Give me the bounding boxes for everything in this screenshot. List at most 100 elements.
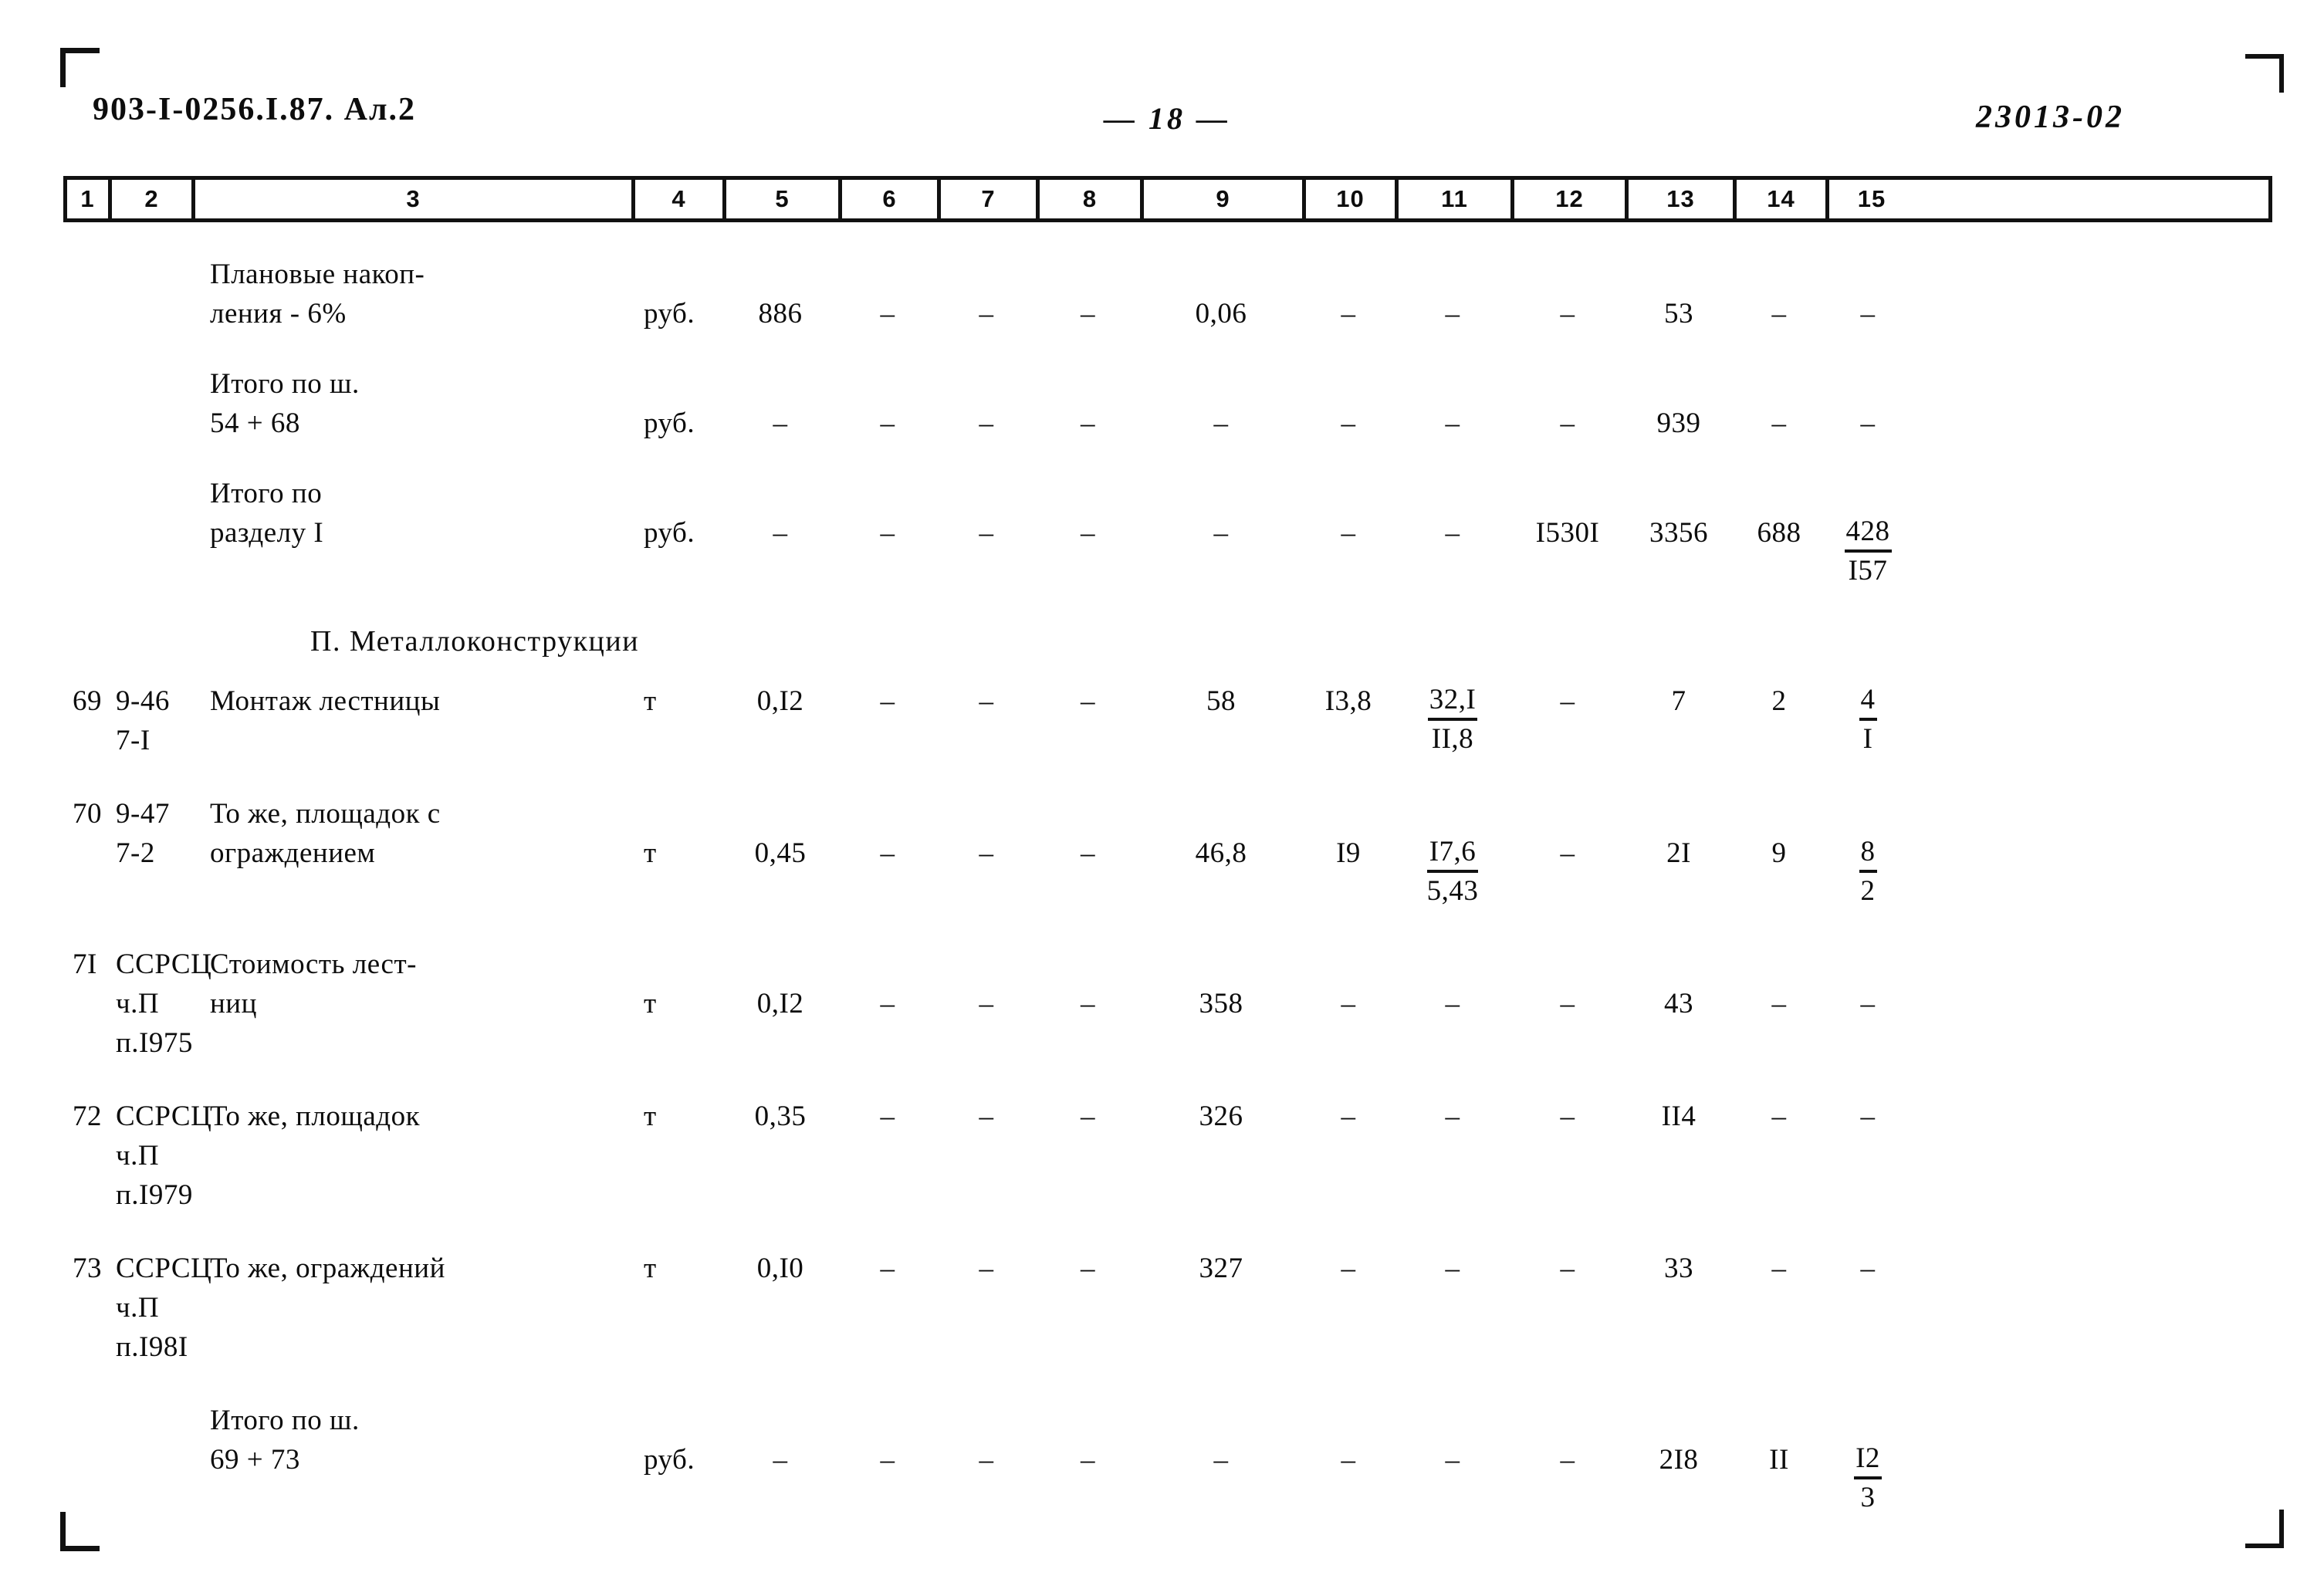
cell-col-4: т [644,837,657,869]
cell-col-5: – [773,1444,788,1476]
cell-col-1: 69 [73,685,102,717]
fraction-denominator: 3 [1860,1482,1876,1513]
cell-col-9: – [1213,407,1229,439]
cell-col-11: – [1445,988,1460,1019]
cell-col-4: т [644,685,657,717]
table-row: 70 9-47 7-2 То же, площадок с ограждением т… [63,794,2272,911]
cell-col-14: – [1771,988,1787,1019]
cell-col-8: – [1081,1253,1095,1284]
cell-col-5: – [773,407,788,439]
cell-col-12: – [1560,1101,1575,1132]
cell-col-13: 33 [1664,1253,1693,1284]
cell-col-13: 3356 [1649,517,1708,549]
cell-col-9: 327 [1199,1253,1243,1284]
cell-col-15: – [1860,407,1876,439]
cell-col-12: – [1560,837,1575,869]
column-header-14: 14 [1737,180,1829,218]
cell-col-1: 7I [73,948,97,980]
registration-mark-top-right [2245,54,2284,93]
cell-col-2: ССРСЦ ч.П п.I98I [116,1253,212,1363]
page-number: — 18 — [1104,101,1230,136]
cell-col-5: 886 [758,298,803,330]
specification-table: Плановые накоп- ления - 6% руб. 886 – – – 0,06… [63,232,2272,1517]
fraction-denominator: I [1862,723,1873,755]
cell-col-6: – [880,407,895,439]
document-code: 903-I-0256.I.87. Ал.2 [93,92,417,127]
cell-col-11: – [1445,1253,1460,1284]
fraction-numerator: I2 [1854,1440,1882,1479]
cell-col-10: I9 [1336,837,1361,869]
column-header-4: 4 [635,180,726,218]
fraction-numerator: 8 [1859,834,1877,873]
cell-col-6: – [880,517,895,549]
table-row: Итого по разделу I руб. – – – – – – – I530I 3356 68… [63,474,2272,590]
fraction-numerator: 428 [1844,513,1892,553]
cell-col-12: – [1560,988,1575,1019]
cell-col-15: I2 3 [1825,1440,1910,1517]
column-header-9: 9 [1144,180,1306,218]
cell-col-5: 0,I0 [756,1253,804,1284]
cell-col-3: То же, площадок с ограждением [210,798,441,869]
column-header-2: 2 [112,180,195,218]
table-row: 69 9-46 7-I Монтаж лестницы т 0,I2 – – – 58 I3,8 3… [63,681,2272,760]
fraction-value: I2 3 [1854,1440,1882,1516]
cell-col-10: – [1341,1253,1356,1284]
cell-col-12: – [1560,298,1575,330]
cell-col-3: Плановые накоп- ления - 6% [210,259,425,330]
cell-col-9: – [1213,517,1229,549]
cell-col-7: – [979,517,994,549]
column-header-13: 13 [1629,180,1737,218]
cell-col-8: – [1081,1444,1095,1476]
cell-col-4: руб. [644,298,695,330]
column-header-15: 15 [1857,185,1886,212]
cell-col-7: – [979,988,994,1019]
fraction-numerator: 4 [1859,681,1877,721]
cell-col-2: ССРСЦ ч.П п.I975 [116,948,212,1059]
cell-col-6: – [880,1101,895,1132]
fraction-value: 32,I II,8 [1427,681,1478,757]
fraction-denominator: I57 [1848,555,1888,587]
column-number-header: 1 2 3 4 5 6 7 8 9 10 11 12 13 14 15 [63,176,2272,222]
cell-col-6: – [880,685,895,717]
cell-col-5: 0,35 [754,1101,807,1132]
registration-mark-bottom-left [60,1512,100,1551]
cell-col-9: 0,06 [1195,298,1247,330]
cell-col-15: 428 I57 [1825,513,1910,590]
cell-col-11: 32,I II,8 [1395,681,1510,759]
cell-col-13: II4 [1661,1101,1696,1132]
cell-col-10: – [1341,988,1356,1019]
column-header-7: 7 [941,180,1040,218]
fraction-value: 4I [1859,681,1877,757]
cell-col-14: – [1771,1253,1787,1284]
column-header-12: 12 [1514,180,1629,218]
fraction-numerator: I7,6 [1426,834,1479,873]
cell-col-15: – [1860,1101,1876,1132]
cell-col-7: – [979,837,994,869]
drawing-stamp-code: 23013-02 [1976,100,2125,135]
cell-col-12: – [1560,1253,1575,1284]
cell-col-7: – [979,1444,994,1476]
cell-col-3: Итого по ш. 54 + 68 [210,368,360,439]
cell-col-2: ССРСЦ ч.П п.I979 [116,1101,212,1211]
cell-col-7: – [979,407,994,439]
cell-col-15: – [1860,1253,1876,1284]
cell-col-7: – [979,685,994,717]
cell-col-9: 358 [1199,988,1243,1019]
cell-col-14: 688 [1757,517,1801,549]
cell-col-10: – [1341,1101,1356,1132]
column-header-5: 5 [726,180,842,218]
cell-col-5: 0,45 [754,837,807,869]
fraction-numerator: 32,I [1427,681,1478,721]
cell-col-5: 0,I2 [756,685,804,717]
column-header-11: 11 [1399,180,1514,218]
column-header-10: 10 [1306,180,1399,218]
table-row: Итого по ш. 69 + 73 руб. – – – – – – – – 2I8 II I2 3 [63,1401,2272,1517]
cell-col-7: – [979,298,994,330]
cell-col-7: – [979,1253,994,1284]
table-row: Плановые накоп- ления - 6% руб. 886 – – – 0,06… [63,255,2272,333]
cell-col-4: т [644,1101,657,1132]
cell-col-8: – [1081,685,1095,717]
cell-col-10: – [1341,298,1356,330]
table-row: 73 ССРСЦ ч.П п.I98I То же, ограждений т 0,I0… [63,1249,2272,1367]
cell-col-1: 72 [73,1101,102,1132]
